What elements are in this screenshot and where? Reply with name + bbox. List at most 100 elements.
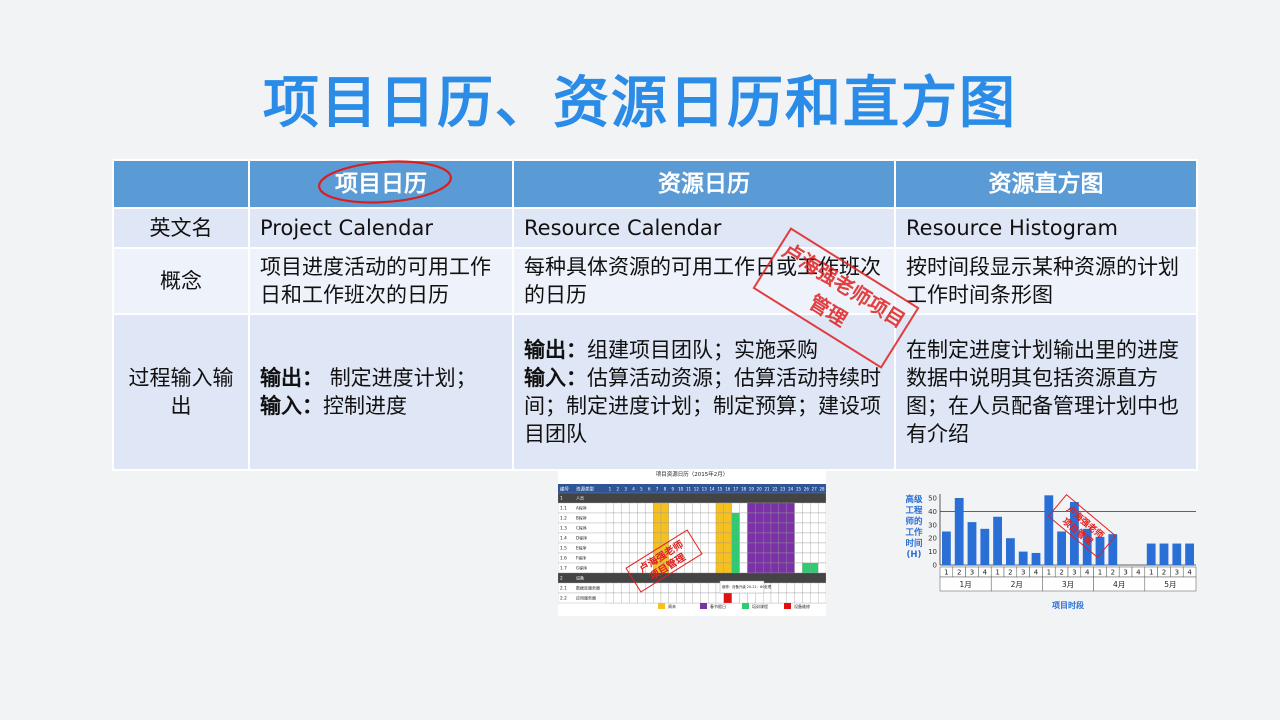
histogram-bar bbox=[993, 516, 1002, 565]
header-resource-calendar: 资源日历 bbox=[512, 159, 896, 209]
histogram-ylabel-line: 工程 bbox=[905, 505, 923, 516]
calendar-cell bbox=[707, 552, 717, 564]
calendar-cell bbox=[692, 522, 701, 534]
calendar-cell bbox=[810, 582, 819, 594]
calendar-row-id: 1.1 bbox=[560, 506, 567, 512]
calendar-cell bbox=[605, 542, 615, 554]
calendar-legend-label: 设备维修 bbox=[794, 603, 810, 609]
calendar-cell bbox=[605, 552, 615, 564]
cell-english-histogram: Resource Histogram bbox=[894, 207, 1198, 249]
calendar-cell bbox=[770, 552, 780, 564]
calendar-day-label: 25 bbox=[796, 487, 802, 492]
calendar-cell bbox=[755, 592, 764, 604]
calendar-cell bbox=[692, 512, 701, 524]
calendar-row-id: 1.5 bbox=[560, 546, 567, 552]
calendar-cell bbox=[645, 532, 654, 544]
calendar-cell bbox=[700, 502, 709, 514]
calendar-row-name: F程序 bbox=[576, 555, 586, 561]
calendar-cell bbox=[700, 582, 709, 594]
resource-calendar-image: 项目资源日历（2015年2月） 编号 资源类型 1 2 3 4 5 6 7 8 9 10 11 12 13 14… bbox=[557, 469, 827, 616]
histogram-bar bbox=[942, 531, 951, 565]
histogram-week-label: 4 bbox=[1085, 569, 1090, 577]
calendar-cell bbox=[692, 552, 701, 564]
calendar-cell bbox=[652, 522, 662, 534]
calendar-cell bbox=[731, 512, 740, 524]
calendar-row-id: 1 bbox=[560, 496, 563, 502]
calendar-cell bbox=[676, 592, 685, 604]
calendar-cell bbox=[731, 522, 740, 534]
calendar-cell bbox=[715, 552, 725, 564]
calendar-cell bbox=[613, 582, 622, 594]
table-header-row: 项目日历 资源日历 资源直方图 bbox=[112, 159, 1198, 209]
calendar-cell bbox=[715, 542, 725, 554]
calendar-cell bbox=[629, 532, 638, 544]
calendar-row-name: D程序 bbox=[576, 535, 587, 541]
calendar-day-label: 13 bbox=[702, 487, 708, 492]
calendar-row-id: 2 bbox=[560, 576, 563, 582]
calendar-cell bbox=[778, 552, 787, 564]
calendar-day-label: 15 bbox=[717, 487, 723, 492]
histogram-ylabel-line: 时间 bbox=[905, 538, 922, 549]
calendar-cell bbox=[668, 522, 677, 534]
calendar-cell bbox=[762, 512, 772, 524]
histogram-week-label: 4 bbox=[1136, 569, 1141, 577]
histogram-week-label: 3 bbox=[970, 569, 974, 577]
calendar-cell bbox=[810, 592, 819, 604]
calendar-cell bbox=[629, 512, 638, 524]
calendar-cell bbox=[613, 542, 622, 554]
calendar-header-bar bbox=[558, 484, 826, 493]
calendar-cell bbox=[629, 562, 638, 574]
calendar-day-label: 12 bbox=[694, 487, 700, 492]
calendar-cell bbox=[723, 522, 732, 534]
calendar-cell bbox=[637, 512, 646, 524]
calendar-cell bbox=[692, 562, 701, 574]
calendar-legend-swatch bbox=[742, 603, 749, 609]
calendar-cell bbox=[770, 502, 780, 514]
histogram-ytick: 0 bbox=[933, 562, 937, 570]
calendar-cell bbox=[762, 532, 772, 544]
calendar-cell bbox=[778, 512, 787, 524]
calendar-note: 维修：设备升级 20-21：60处理 bbox=[722, 584, 772, 589]
histogram-chart: 高级工程师的工作时间(H)高级工程师的工作时间(H)01020304050123… bbox=[905, 494, 1197, 610]
calendar-cell bbox=[621, 512, 630, 524]
calendar-cell bbox=[660, 522, 670, 534]
calendar-cell bbox=[723, 592, 732, 604]
calendar-cell bbox=[684, 512, 693, 524]
calendar-cell bbox=[739, 542, 748, 554]
calendar-cell bbox=[707, 542, 717, 554]
histogram-week-label: 1 bbox=[944, 569, 948, 577]
calendar-day-label: 22 bbox=[772, 487, 778, 492]
calendar-legend-swatch bbox=[658, 603, 665, 609]
calendar-cell bbox=[652, 502, 662, 514]
calendar-cell bbox=[723, 542, 732, 554]
calendar-day-label: 14 bbox=[710, 487, 716, 492]
calendar-cell bbox=[810, 522, 819, 534]
histogram-month-label: 4月 bbox=[1113, 580, 1125, 589]
calendar-day-label: 23 bbox=[780, 487, 786, 492]
calendar-cell bbox=[660, 592, 670, 604]
histogram-week-label: 1 bbox=[995, 569, 999, 577]
row-label-english: 英文名 bbox=[112, 207, 250, 249]
calendar-header-id: 编号 bbox=[560, 486, 569, 493]
calendar-cell bbox=[723, 532, 732, 544]
calendar-cell bbox=[723, 552, 732, 564]
calendar-cell bbox=[723, 512, 732, 524]
calendar-cell bbox=[605, 502, 615, 514]
calendar-cell bbox=[684, 502, 693, 514]
calendar-cell bbox=[715, 592, 725, 604]
calendar-cell bbox=[645, 592, 654, 604]
histogram-week-label: 1 bbox=[1047, 569, 1051, 577]
calendar-cell bbox=[817, 592, 827, 604]
calendar-cell bbox=[731, 532, 740, 544]
calendar-cell bbox=[715, 522, 725, 534]
calendar-cell bbox=[629, 592, 638, 604]
calendar-day-label: 6 bbox=[648, 487, 651, 492]
calendar-cell bbox=[605, 582, 615, 594]
calendar-cell bbox=[786, 532, 795, 544]
calendar-cell bbox=[613, 562, 622, 574]
calendar-cell bbox=[676, 512, 685, 524]
circled-label: 项目日历 bbox=[318, 160, 452, 204]
histogram-week-label: 3 bbox=[1021, 569, 1025, 577]
calendar-cell bbox=[755, 522, 764, 534]
calendar-cell bbox=[637, 532, 646, 544]
